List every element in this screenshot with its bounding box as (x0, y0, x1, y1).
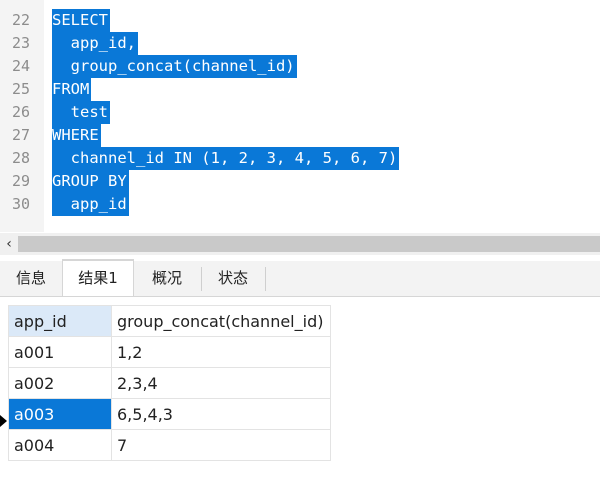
scroll-left-arrow-icon[interactable]: ‹ (0, 233, 18, 255)
column-header-group-concat[interactable]: group_concat(channel_id) (111, 305, 331, 337)
code-text[interactable]: WHERE (52, 124, 101, 147)
table-cell-selected[interactable]: a003 (8, 398, 112, 430)
code-text[interactable]: channel_id IN (1, 2, 3, 4, 5, 6, 7) (52, 147, 400, 170)
table-row[interactable]: a002 2,3,4 (8, 367, 331, 399)
line-number: 26 (11, 103, 30, 121)
result-grid[interactable]: app_id group_concat(channel_id) a001 1,2… (0, 297, 600, 489)
line-number: 27 (11, 126, 30, 144)
code-text[interactable]: app_id, (52, 32, 138, 55)
code-text[interactable]: app_id (52, 193, 129, 216)
line-number: 22 (11, 11, 30, 29)
line-number: 23 (11, 34, 30, 52)
code-text[interactable]: FROM (52, 78, 92, 101)
table-row[interactable]: a004 7 (8, 429, 331, 461)
code-text[interactable]: group_concat(channel_id) (52, 55, 297, 78)
code-line[interactable]: 28 channel_id IN (1, 2, 3, 4, 5, 6, 7) (0, 147, 600, 170)
line-number: 25 (11, 80, 30, 98)
table-cell[interactable]: 6,5,4,3 (111, 398, 331, 430)
table-cell[interactable]: 1,2 (111, 336, 331, 368)
result-table: app_id group_concat(channel_id) a001 1,2… (8, 305, 331, 461)
line-number: 30 (11, 195, 30, 213)
tab-result1[interactable]: 结果1 (62, 259, 134, 296)
code-text[interactable]: test (52, 101, 110, 124)
tab-info[interactable]: 信息 (0, 261, 62, 296)
code-line[interactable]: 26 test (0, 101, 600, 124)
code-line[interactable]: 23 app_id, (0, 32, 600, 55)
horizontal-scrollbar[interactable]: ‹ (0, 233, 600, 255)
table-cell[interactable]: a001 (8, 336, 112, 368)
code-text[interactable]: GROUP BY (52, 170, 129, 193)
code-line[interactable]: 24 group_concat(channel_id) (0, 55, 600, 78)
column-header-app-id[interactable]: app_id (8, 305, 112, 337)
table-row[interactable]: a001 1,2 (8, 336, 331, 368)
line-number: 29 (11, 172, 30, 190)
line-number: 24 (11, 57, 30, 75)
table-cell[interactable]: a004 (8, 429, 112, 461)
current-row-indicator-icon (0, 415, 7, 427)
code-line[interactable]: 29 GROUP BY (0, 170, 600, 193)
scrollbar-thumb[interactable] (18, 236, 600, 252)
table-row-selected[interactable]: a003 6,5,4,3 (8, 398, 331, 430)
code-line[interactable]: 27 WHERE (0, 124, 600, 147)
code-line[interactable]: 22 SELECT (0, 9, 600, 32)
tab-overview[interactable]: 概况 (134, 261, 200, 296)
tab-status[interactable]: 状态 (202, 261, 264, 296)
table-header-row: app_id group_concat(channel_id) (8, 305, 331, 337)
line-number: 28 (11, 149, 30, 167)
result-tabs: 信息 结果1 概况 状态 (0, 259, 600, 297)
code-line[interactable]: 30 app_id (0, 193, 600, 216)
tab-separator (265, 267, 266, 291)
table-cell[interactable]: 7 (111, 429, 331, 461)
table-cell[interactable]: a002 (8, 367, 112, 399)
sql-editor[interactable]: 22 SELECT 23 app_id, 24 group_concat(cha… (0, 0, 600, 232)
table-cell[interactable]: 2,3,4 (111, 367, 331, 399)
code-text[interactable]: SELECT (52, 9, 110, 32)
code-line[interactable]: 25 FROM (0, 78, 600, 101)
